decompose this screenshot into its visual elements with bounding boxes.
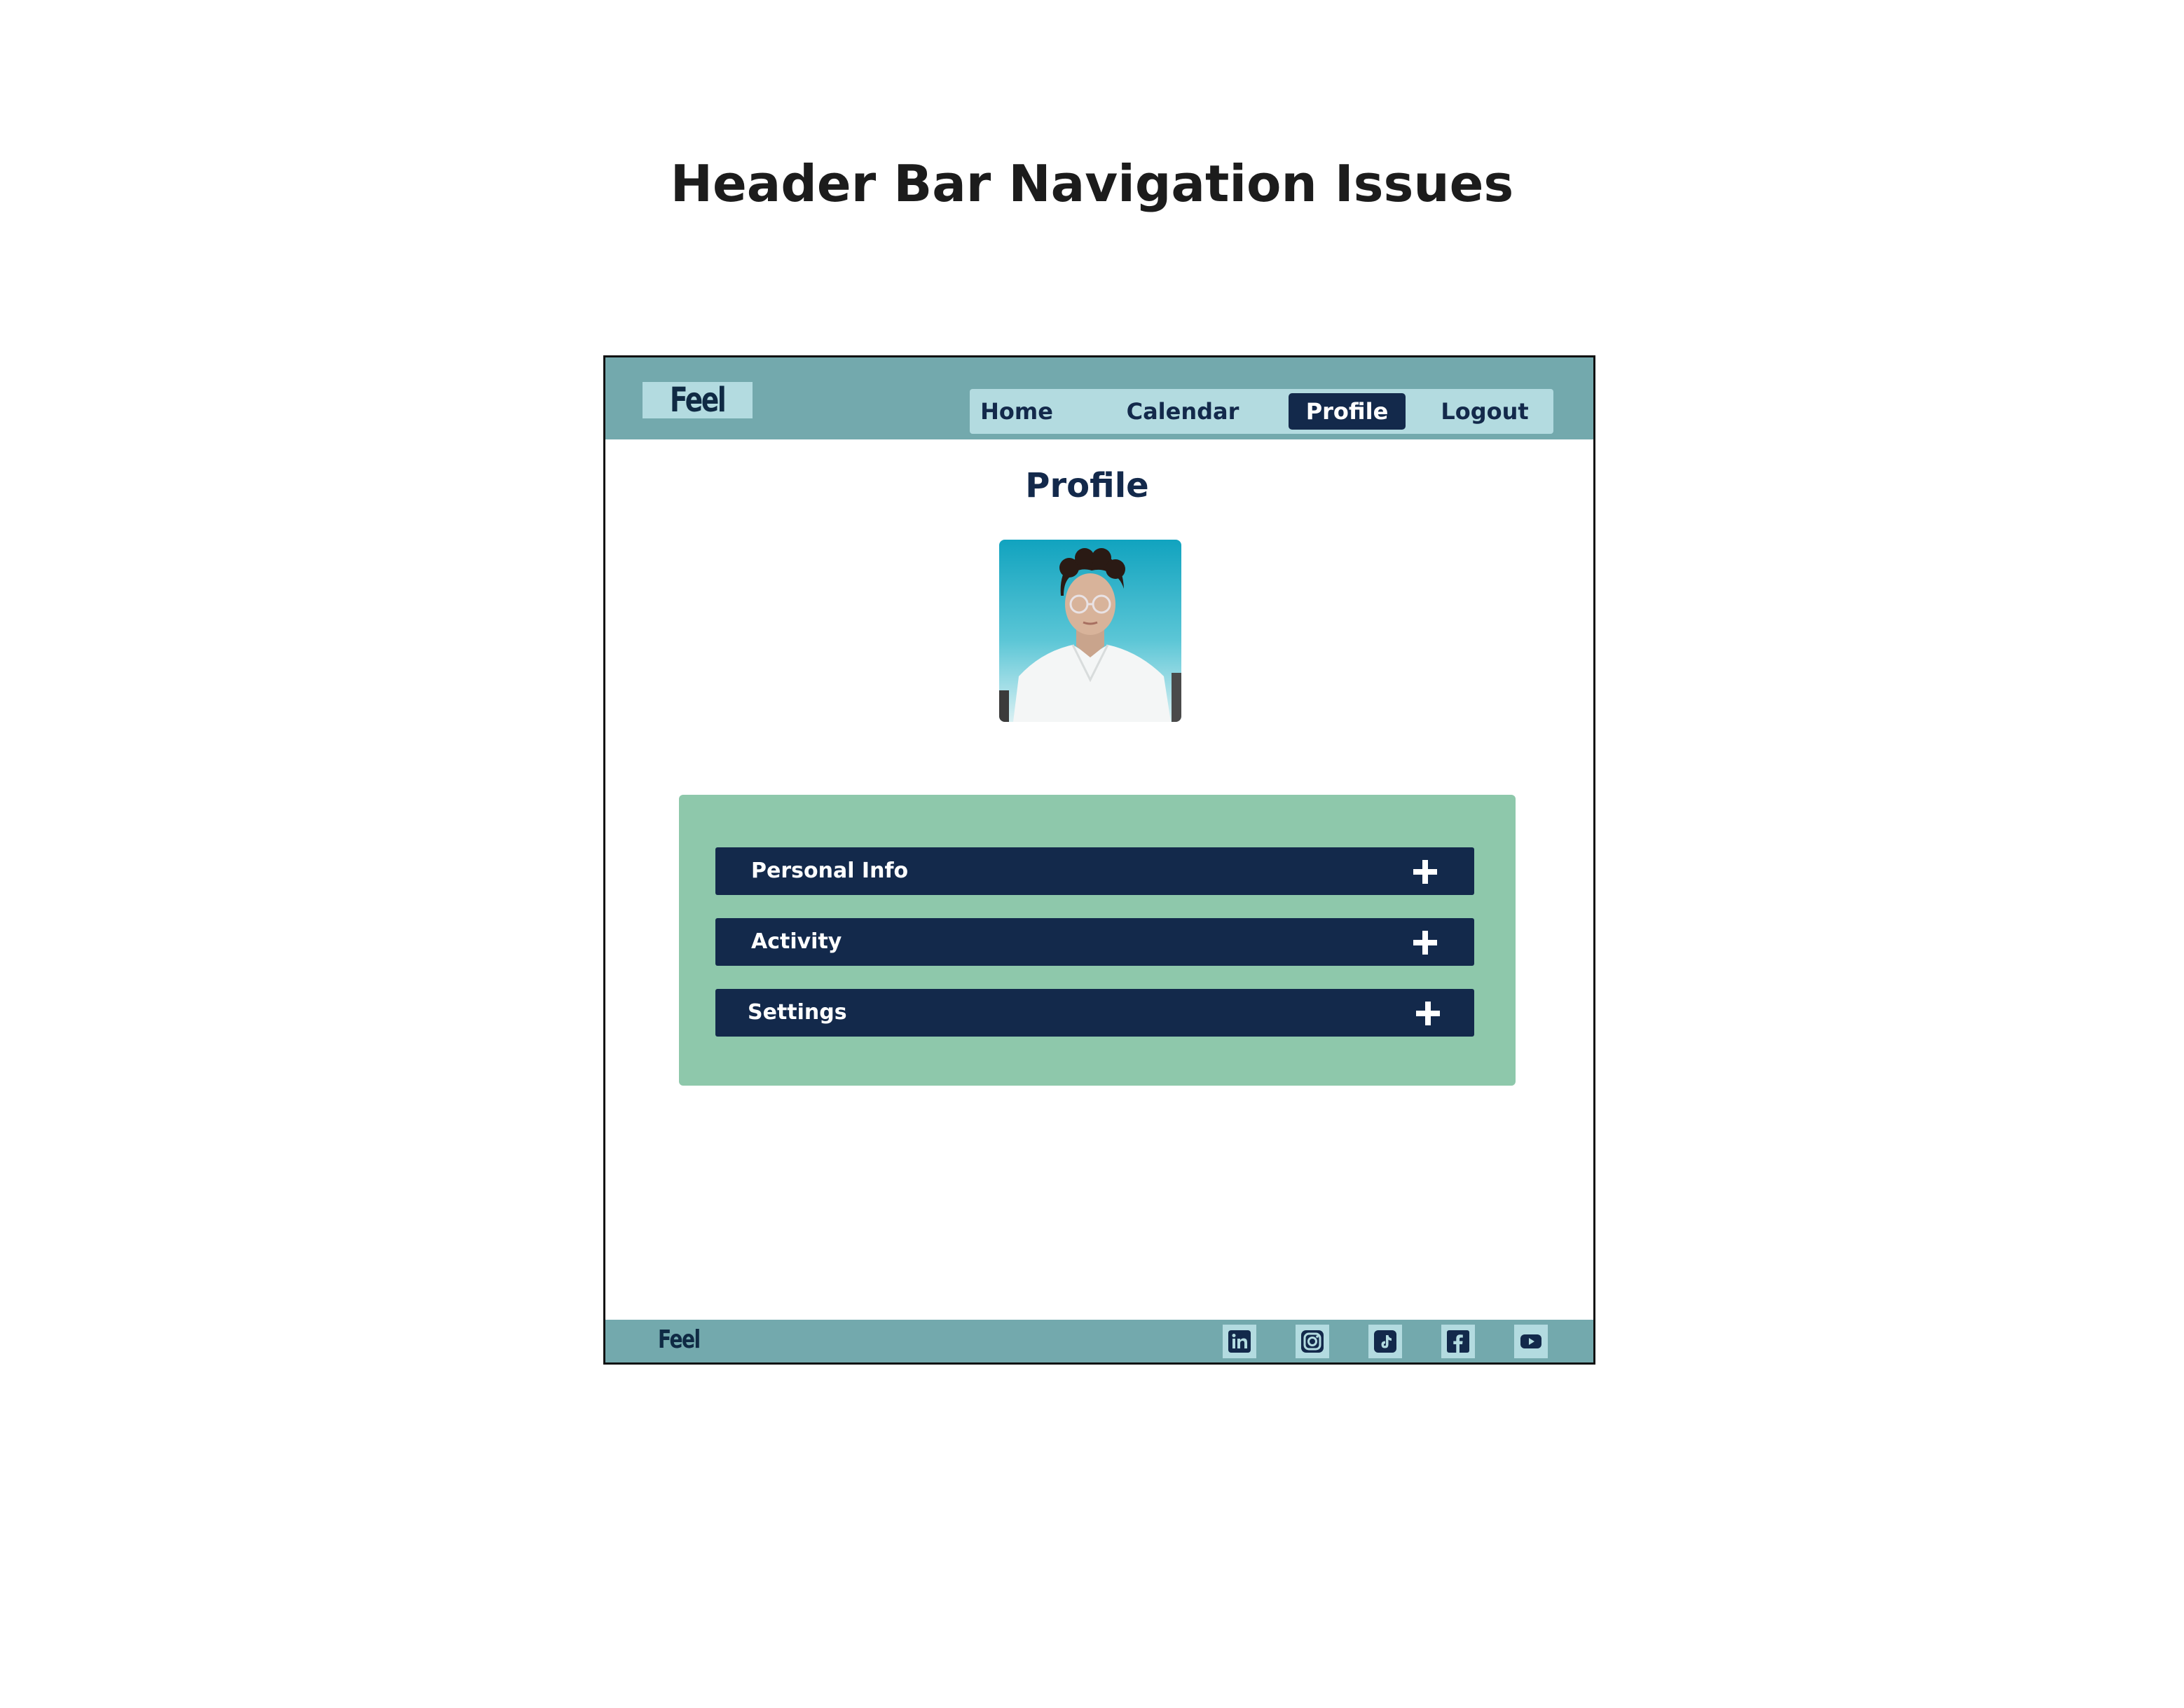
accordion-activity-label: Activity xyxy=(751,929,842,954)
facebook-icon[interactable] xyxy=(1441,1325,1475,1358)
nav-item-calendar[interactable]: Calendar xyxy=(1122,393,1243,430)
plus-icon[interactable] xyxy=(1416,1002,1440,1025)
nav-item-profile[interactable]: Profile xyxy=(1289,393,1406,430)
tiktok-icon[interactable] xyxy=(1368,1325,1402,1358)
logo-text: Feel xyxy=(670,381,727,420)
profile-title: Profile xyxy=(1025,466,1149,505)
accordion-settings-label: Settings xyxy=(748,1000,847,1025)
header-bar: Feel Home Calendar Profile Logout xyxy=(605,357,1593,439)
page-heading: Header Bar Navigation Issues xyxy=(670,154,1514,213)
plus-icon[interactable] xyxy=(1413,860,1437,884)
footer-logo[interactable]: Feel xyxy=(658,1325,701,1354)
accordion-settings[interactable]: Settings xyxy=(715,989,1474,1037)
nav-bar: Home Calendar Profile Logout xyxy=(970,389,1553,434)
logo[interactable]: Feel xyxy=(643,381,753,420)
plus-icon[interactable] xyxy=(1413,931,1437,955)
accordion-activity[interactable]: Activity xyxy=(715,918,1474,966)
profile-photo xyxy=(999,540,1181,722)
nav-item-home[interactable]: Home xyxy=(975,393,1058,430)
footer-bar: Feel xyxy=(605,1320,1593,1362)
profile-photo-image xyxy=(999,540,1181,722)
app-window: Feel Home Calendar Profile Logout Profil… xyxy=(603,355,1595,1365)
accordion-personal-info[interactable]: Personal Info xyxy=(715,847,1474,895)
accordion-panel: Personal Info Activity Settings xyxy=(679,795,1516,1086)
accordion-personal-info-label: Personal Info xyxy=(751,859,909,883)
linkedin-icon[interactable] xyxy=(1223,1325,1256,1358)
nav-item-logout[interactable]: Logout xyxy=(1425,393,1544,430)
instagram-icon[interactable] xyxy=(1296,1325,1329,1358)
youtube-icon[interactable] xyxy=(1514,1325,1548,1358)
